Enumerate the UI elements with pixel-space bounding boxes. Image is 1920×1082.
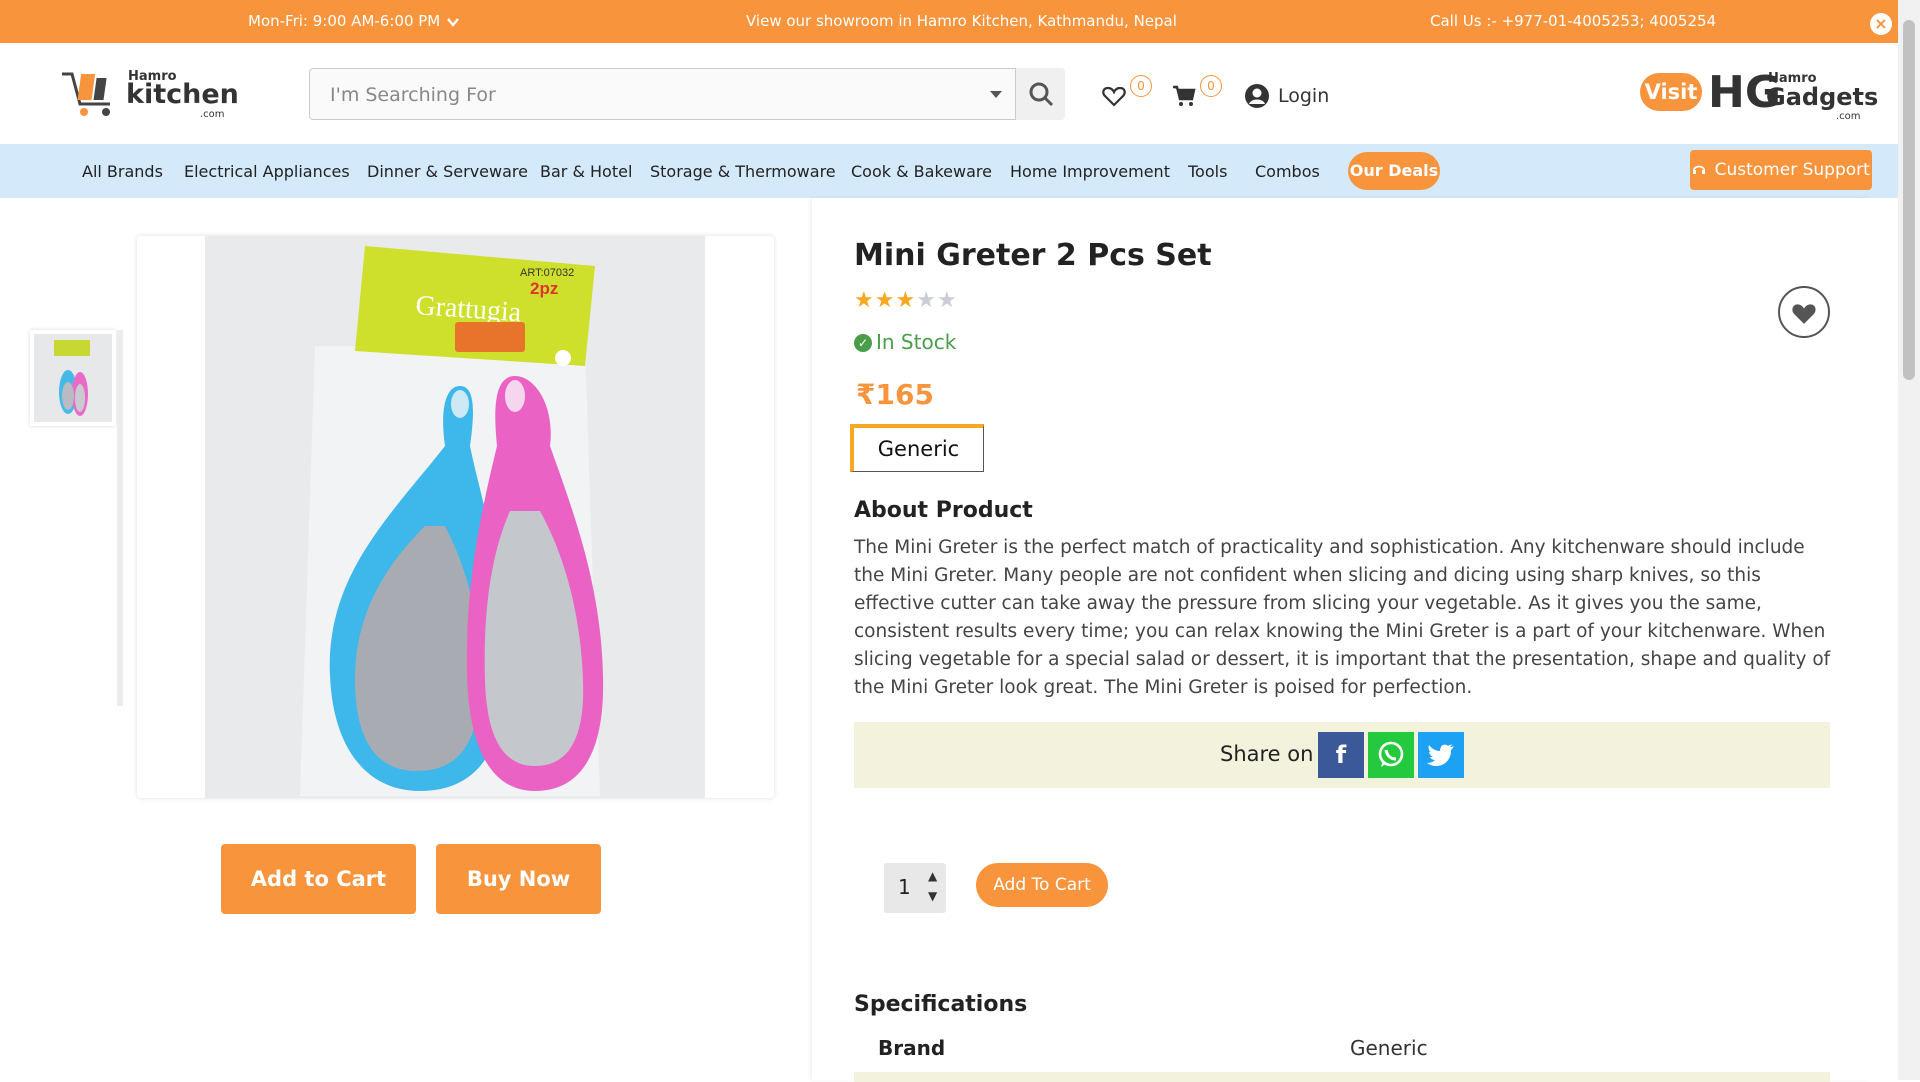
brand-chip[interactable]: Generic xyxy=(850,424,984,472)
spec-row: Brand Generic xyxy=(854,1034,1830,1082)
search-button[interactable] xyxy=(1015,68,1065,120)
quantity-stepper[interactable]: 1 ▲ ▼ xyxy=(884,863,946,913)
nav-item-electrical-appliances[interactable]: Electrical Appliances xyxy=(184,162,350,181)
business-hours[interactable]: Mon-Fri: 9:00 AM-6:00 PM xyxy=(248,12,459,30)
login-label: Login xyxy=(1278,85,1330,107)
check-circle-icon: ✓ xyxy=(854,334,872,352)
price-value: 165 xyxy=(875,378,934,411)
search-bar: I'm Searching For xyxy=(309,68,1065,120)
customer-support-label: Customer Support xyxy=(1714,160,1870,180)
nav-item-home-improvement[interactable]: Home Improvement xyxy=(1010,162,1170,181)
business-hours-text: Mon-Fri: 9:00 AM-6:00 PM xyxy=(248,12,441,30)
nav-item-combos[interactable]: Combos xyxy=(1255,162,1320,181)
twitter-share-button[interactable] xyxy=(1418,732,1464,778)
heart-icon xyxy=(1102,86,1126,107)
cart-icon xyxy=(1173,85,1196,106)
wishlist-count-badge: 0 xyxy=(1130,75,1152,97)
image-count-label: 2pz xyxy=(530,279,558,298)
search-input[interactable]: I'm Searching For xyxy=(330,84,496,106)
top-info-bar: Mon-Fri: 9:00 AM-6:00 PM View our showro… xyxy=(0,0,1898,43)
heart-icon xyxy=(1792,304,1816,324)
rating-stars: ★★★★★ xyxy=(854,288,958,313)
about-product-heading: About Product xyxy=(854,498,1033,523)
chevron-up-icon[interactable]: ▲ xyxy=(928,869,937,883)
star-icon: ★ xyxy=(895,288,917,313)
nav-item-tools[interactable]: Tools xyxy=(1188,162,1227,181)
product-title: Mini Greter 2 Pcs Set xyxy=(854,238,1212,273)
spec-key: Brand xyxy=(878,1036,946,1060)
grater-set-image: ART:07032 2pz Grattugia xyxy=(205,236,705,798)
cart-logo-icon xyxy=(62,72,110,116)
showroom-link[interactable]: View our showroom in Hamro Kitchen, Kath… xyxy=(746,12,1177,30)
hamro-gadgets-logo[interactable]: HG Hamro Gadgets .com xyxy=(1708,67,1878,123)
product-thumbnail[interactable] xyxy=(30,330,116,426)
page-scrollbar-thumb[interactable] xyxy=(1903,20,1915,380)
whatsapp-share-button[interactable] xyxy=(1368,732,1414,778)
visit-button[interactable]: Visit xyxy=(1640,73,1702,111)
grater-thumbnail-image xyxy=(34,334,112,422)
add-to-cart-pill-button[interactable]: Add To Cart xyxy=(976,863,1108,907)
share-bar: Share on f xyxy=(854,722,1830,788)
call-us-text: Call Us :- +977-01-4005253; 4005254 xyxy=(1430,12,1717,30)
gadgets-logo-dotcom: .com xyxy=(1836,111,1861,122)
stock-status: ✓ In Stock xyxy=(854,330,956,354)
headset-icon xyxy=(1693,165,1706,174)
nav-item-all-brands[interactable]: All Brands xyxy=(82,162,163,181)
add-to-cart-button[interactable]: Add to Cart xyxy=(221,844,416,914)
star-icon: ★ xyxy=(874,288,896,313)
cart-count-badge: 0 xyxy=(1200,75,1222,97)
star-icon: ★ xyxy=(854,288,875,313)
nav-item-dinner-serveware[interactable]: Dinner & Serveware xyxy=(367,162,528,181)
site-header: Hamro kitchen .com I'm Searching For 0 0 xyxy=(0,43,1898,144)
logo-kitchen: kitchen xyxy=(126,79,239,110)
chevron-down-icon xyxy=(447,18,459,27)
facebook-share-button[interactable]: f xyxy=(1318,732,1364,778)
image-art-code: ART:07032 xyxy=(520,267,574,279)
category-nav: All Brands Electrical Appliances Dinner … xyxy=(0,144,1898,198)
gadgets-logo-name: Gadgets xyxy=(1766,83,1879,111)
product-price: ₹165 xyxy=(856,378,934,411)
nav-item-cook-bakeware[interactable]: Cook & Bakeware xyxy=(851,162,992,181)
thumbnail-scrollbar[interactable] xyxy=(117,330,123,706)
close-icon[interactable]: × xyxy=(1870,13,1892,35)
whatsapp-icon xyxy=(1378,741,1404,767)
quantity-value: 1 xyxy=(898,875,911,899)
main-product-image[interactable]: ART:07032 2pz Grattugia xyxy=(137,236,774,798)
add-to-wishlist-button[interactable] xyxy=(1778,286,1830,338)
page-scrollbar[interactable] xyxy=(1898,0,1920,1080)
buy-now-button[interactable]: Buy Now xyxy=(436,844,601,914)
spec-value: Generic xyxy=(1350,1036,1428,1060)
facebook-icon: f xyxy=(1335,741,1347,769)
about-product-text: The Mini Greter is the perfect match of … xyxy=(854,537,1831,698)
nav-item-bar-hotel[interactable]: Bar & Hotel xyxy=(540,162,632,181)
category-dropdown-caret[interactable] xyxy=(990,91,1002,98)
spec-row-band xyxy=(854,1072,1830,1082)
nav-item-storage-thermoware[interactable]: Storage & Thermoware xyxy=(650,162,836,181)
share-label: Share on xyxy=(1220,742,1314,766)
product-details: Mini Greter 2 Pcs Set ★★★★★ ✓ In Stock ₹1… xyxy=(812,198,1870,1082)
logo-dotcom: .com xyxy=(200,109,225,120)
star-icon: ★ xyxy=(936,288,958,313)
twitter-icon xyxy=(1427,744,1454,766)
currency-symbol: ₹ xyxy=(856,378,876,411)
product-photo: ART:07032 2pz Grattugia xyxy=(205,236,705,798)
hamro-kitchen-logo[interactable]: Hamro kitchen .com xyxy=(60,63,240,123)
user-icon xyxy=(1245,84,1269,108)
specifications-heading: Specifications xyxy=(854,992,1028,1017)
search-icon xyxy=(1029,82,1054,107)
star-icon: ★ xyxy=(916,288,937,313)
customer-support-button[interactable]: Customer Support xyxy=(1690,150,1872,190)
stock-label: In Stock xyxy=(876,330,957,354)
our-deals-button[interactable]: Our Deals xyxy=(1348,152,1440,190)
chevron-down-icon[interactable]: ▼ xyxy=(928,889,937,903)
